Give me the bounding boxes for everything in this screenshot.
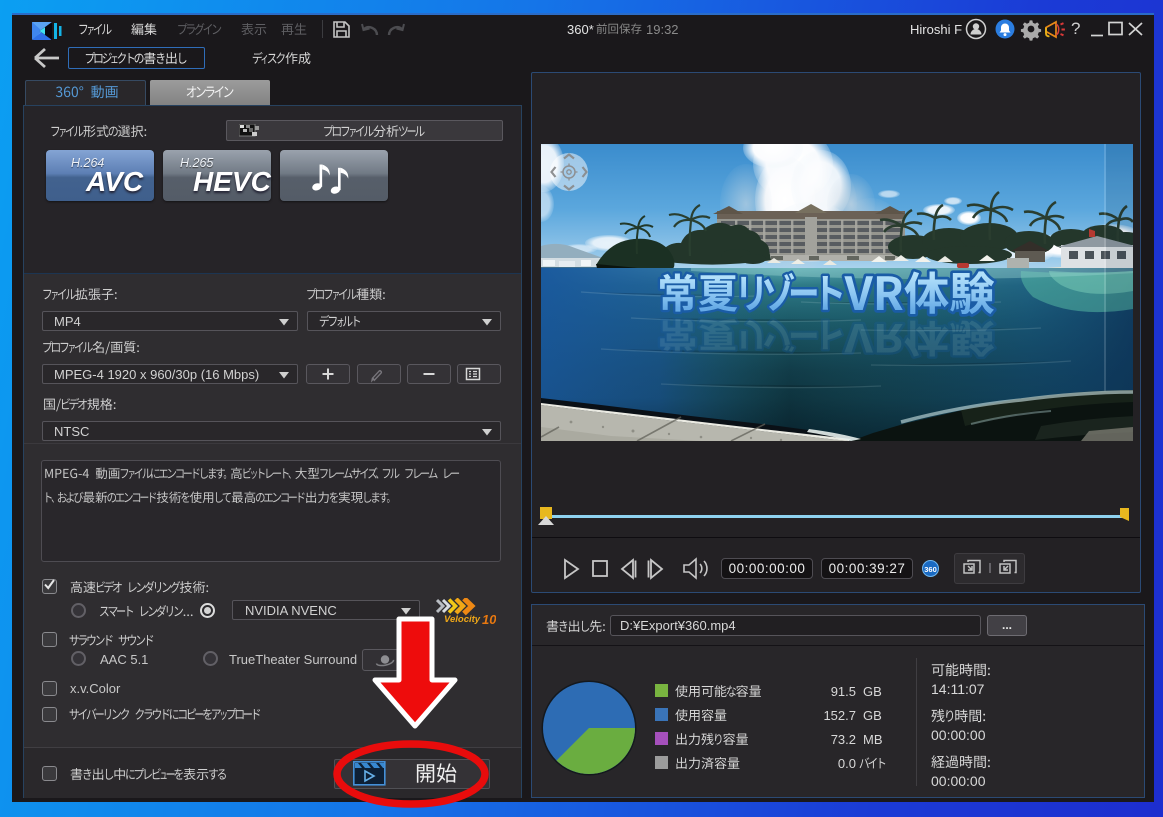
svg-text:10: 10 bbox=[482, 612, 496, 627]
svg-text:Velocity: Velocity bbox=[444, 614, 481, 625]
